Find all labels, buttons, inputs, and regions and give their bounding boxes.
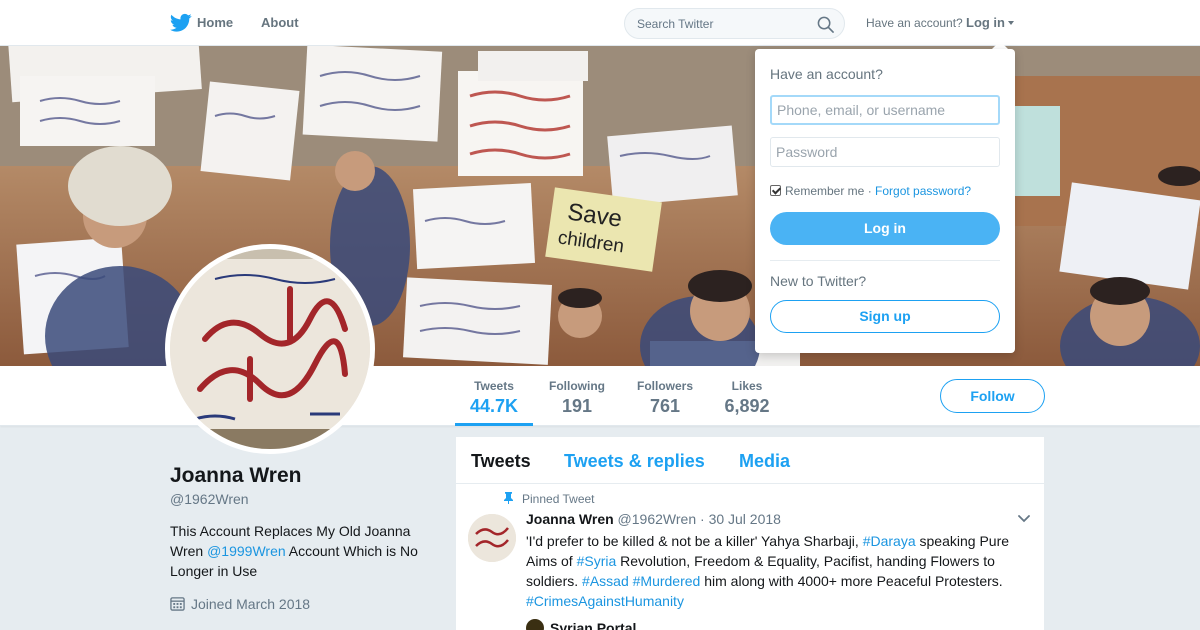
stat-label: Tweets	[474, 379, 514, 393]
dropdown-arrow	[992, 41, 1008, 49]
tweet-author-name[interactable]: Joanna Wren	[526, 511, 614, 527]
avatar-image	[170, 249, 370, 449]
avatar[interactable]	[165, 244, 375, 454]
profile-handle[interactable]: @1962Wren	[170, 491, 249, 507]
search-icon[interactable]	[817, 16, 834, 33]
login-dropdown: Have an account? Remember me · Forgot pa…	[755, 49, 1015, 353]
stat-followers[interactable]: Followers 761	[635, 379, 695, 417]
pinned-label: Pinned Tweet	[503, 492, 595, 506]
search-input[interactable]: Search Twitter	[637, 17, 713, 31]
bio-mention-link[interactable]: @1999Wren	[207, 543, 286, 559]
pin-icon	[504, 492, 513, 504]
tweet-separator: ·	[700, 511, 705, 527]
follow-button[interactable]: Follow	[940, 379, 1045, 413]
separator-dot: ·	[864, 184, 876, 198]
caret-down-icon[interactable]	[1008, 21, 1014, 25]
divider	[770, 260, 1000, 261]
top-navigation: Home About Search Twitter Have an accoun…	[0, 0, 1200, 46]
tweet-date[interactable]: 30 Jul 2018	[709, 511, 781, 527]
tab-tweets-replies[interactable]: Tweets & replies	[564, 451, 705, 472]
tweet-text: 'I'd prefer to be killed & not be a kill…	[526, 531, 1026, 611]
tab-tweets[interactable]: Tweets	[471, 451, 531, 472]
new-to-twitter-text: New to Twitter?	[770, 273, 867, 289]
tweet-text-part: 'I'd prefer to be killed & not be a kill…	[526, 533, 863, 549]
hashtag-link[interactable]: #Assad	[582, 573, 629, 589]
hashtag-link[interactable]: #Syria	[577, 553, 617, 569]
active-stat-underline	[455, 423, 533, 426]
quoted-author-name: Syrian Portal	[550, 620, 637, 630]
joined-text: Joined March 2018	[191, 596, 311, 612]
tweet-avatar-image	[468, 514, 516, 562]
joined-date: Joined March 2018	[170, 596, 310, 612]
tweet-author-handle[interactable]: @1962Wren	[618, 511, 697, 527]
remember-row: Remember me · Forgot password?	[770, 184, 971, 198]
tweet-text-part: him along with 4000+ more Peaceful Prote…	[700, 573, 1003, 589]
stat-likes[interactable]: Likes 6,892	[722, 379, 772, 417]
nav-home-link[interactable]: Home	[197, 15, 233, 30]
pinned-text: Pinned Tweet	[522, 492, 595, 506]
remember-checkbox[interactable]	[770, 185, 781, 196]
stat-following[interactable]: Following 191	[547, 379, 607, 417]
chevron-down-icon[interactable]	[1018, 515, 1030, 523]
have-account-text: Have an account?	[866, 16, 963, 30]
hashtag-link[interactable]: #CrimesAgainstHumanity	[526, 593, 684, 609]
stat-label: Likes	[731, 379, 763, 393]
username-field[interactable]	[770, 95, 1000, 125]
timeline: Tweets Tweets & replies Media Pinned Twe…	[456, 437, 1044, 630]
quoted-avatar	[526, 619, 544, 630]
nav-about-link[interactable]: About	[261, 15, 299, 30]
search-box[interactable]: Search Twitter	[624, 8, 845, 39]
stat-tweets[interactable]: Tweets 44.7K	[470, 379, 518, 417]
tweet-avatar[interactable]	[468, 514, 516, 562]
stat-label: Followers	[636, 379, 693, 393]
tab-media[interactable]: Media	[739, 451, 790, 472]
stat-value: 191	[561, 396, 593, 416]
hashtag-link[interactable]: #Murdered	[633, 573, 701, 589]
tweet-header: Joanna Wren @1962Wren · 30 Jul 2018	[526, 511, 781, 527]
twitter-bird-icon[interactable]	[170, 13, 192, 33]
stat-value: 6,892	[724, 396, 770, 416]
stat-label: Following	[549, 379, 605, 393]
password-field[interactable]	[770, 137, 1000, 167]
quoted-tweet-author[interactable]: Syrian Portal	[526, 619, 636, 630]
signup-button[interactable]: Sign up	[770, 300, 1000, 333]
login-link[interactable]: Log in	[966, 15, 1005, 30]
dropdown-title: Have an account?	[770, 66, 883, 82]
login-button[interactable]: Log in	[770, 212, 1000, 245]
hashtag-link[interactable]: #Daraya	[863, 533, 916, 549]
calendar-icon	[170, 597, 185, 611]
stat-value: 761	[649, 396, 681, 416]
profile-name[interactable]: Joanna Wren	[170, 464, 301, 488]
profile-bio: This Account Replaces My Old Joanna Wren…	[170, 521, 435, 581]
forgot-password-link[interactable]: Forgot password?	[875, 184, 971, 198]
stat-value: 44.7K	[470, 396, 519, 416]
remember-label[interactable]: Remember me	[785, 184, 864, 198]
timeline-tabs: Tweets Tweets & replies Media	[456, 437, 1044, 484]
